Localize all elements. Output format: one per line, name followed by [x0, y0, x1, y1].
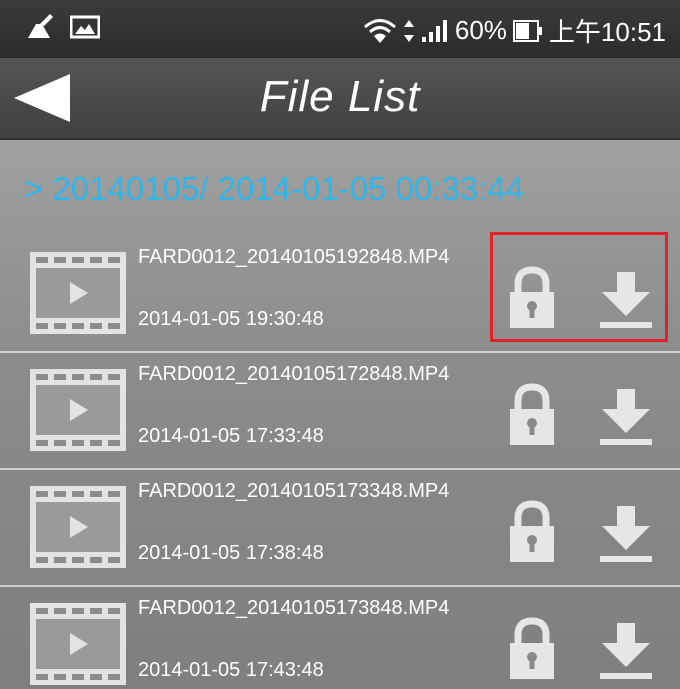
- image-icon: [70, 15, 100, 39]
- video-file-icon: [30, 486, 126, 568]
- video-file-icon: [30, 603, 126, 685]
- file-date: 2014-01-05 17:33:48: [138, 425, 324, 447]
- battery-icon: [512, 19, 543, 42]
- lock-button[interactable]: [508, 383, 556, 447]
- cleaner-icon: [26, 14, 56, 40]
- data-arrows-icon: [403, 19, 415, 43]
- title-bar: File List: [0, 58, 680, 140]
- download-icon: [600, 389, 652, 445]
- status-bar: 60% 上午10:51: [0, 0, 680, 58]
- file-row[interactable]: FARD0012_20140105173348.MP4 2014-01-05 1…: [0, 468, 680, 585]
- file-name: FARD0012_20140105173348.MP4: [138, 480, 450, 502]
- file-date: 2014-01-05 17:43:48: [138, 659, 324, 681]
- lock-icon: [510, 383, 554, 445]
- page-title: File List: [259, 72, 421, 121]
- lock-button[interactable]: [508, 617, 556, 681]
- file-name: FARD0012_20140105173848.MP4: [138, 597, 450, 619]
- download-button[interactable]: [598, 389, 654, 447]
- download-button[interactable]: [598, 506, 654, 564]
- file-date: 2014-01-05 17:38:48: [138, 542, 324, 564]
- lock-button[interactable]: [508, 266, 556, 330]
- download-button[interactable]: [598, 272, 654, 330]
- file-name: FARD0012_20140105172848.MP4: [138, 363, 450, 385]
- battery-percent: 60%: [454, 15, 507, 45]
- download-icon: [600, 272, 652, 328]
- wifi-icon: [363, 18, 397, 44]
- video-file-icon: [30, 252, 126, 334]
- download-icon: [600, 623, 652, 679]
- download-button[interactable]: [598, 623, 654, 681]
- file-row[interactable]: FARD0012_20140105172848.MP4 2014-01-05 1…: [0, 351, 680, 468]
- lock-button[interactable]: [508, 500, 556, 564]
- file-name: FARD0012_20140105192848.MP4: [138, 246, 450, 268]
- download-icon: [600, 506, 652, 562]
- lock-icon: [510, 266, 554, 328]
- file-list: FARD0012_20140105192848.MP4 2014-01-05 1…: [0, 232, 680, 689]
- folder-path[interactable]: > 20140105/ 2014-01-05 00:33:44: [24, 170, 524, 208]
- file-row[interactable]: FARD0012_20140105173848.MP4 2014-01-05 1…: [0, 585, 680, 689]
- content-area: > 20140105/ 2014-01-05 00:33:44 FARD0012…: [0, 140, 680, 689]
- lock-icon: [510, 617, 554, 679]
- lock-icon: [510, 500, 554, 562]
- signal-icon: [421, 19, 449, 43]
- video-file-icon: [30, 369, 126, 451]
- screen: 60% 上午10:51 File List > 20140105/ 2014-0…: [0, 0, 680, 689]
- clock: 上午10:51: [548, 17, 666, 47]
- file-row[interactable]: FARD0012_20140105192848.MP4 2014-01-05 1…: [0, 232, 680, 351]
- file-date: 2014-01-05 19:30:48: [138, 308, 324, 330]
